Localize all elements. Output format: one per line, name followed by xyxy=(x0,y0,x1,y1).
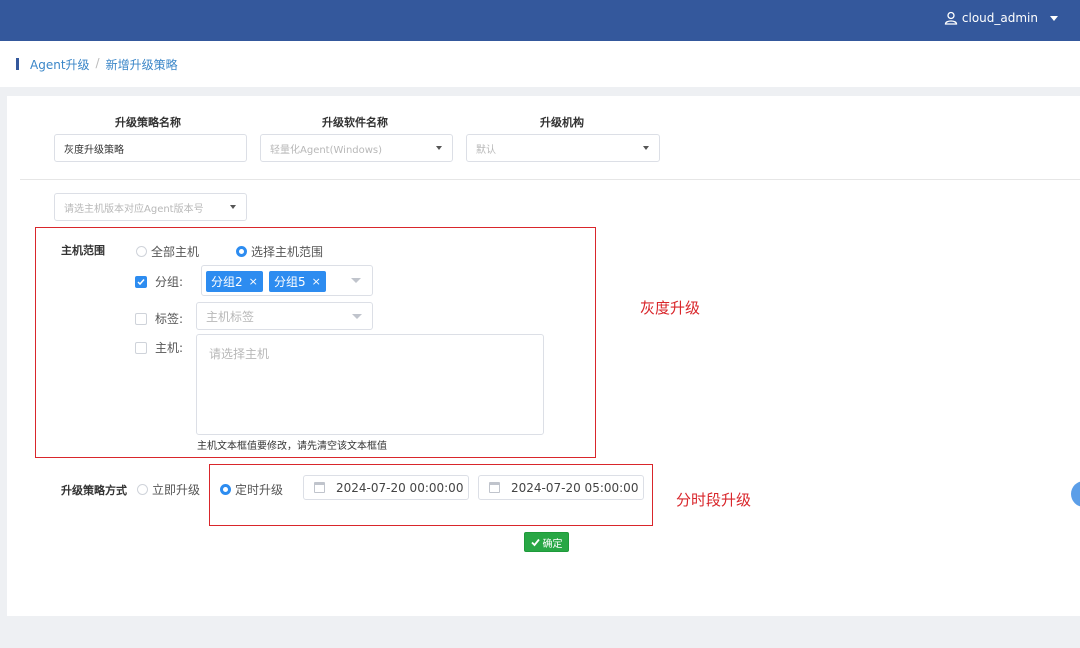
label-placeholder: 主机标签 xyxy=(206,309,255,324)
label-select[interactable]: 主机标签 xyxy=(196,302,373,330)
user-menu[interactable]: cloud_admin xyxy=(944,11,1058,25)
check-icon xyxy=(137,278,145,285)
radio-select-hosts[interactable]: 选择主机范围 xyxy=(236,243,323,260)
group-tag: 分组5 × xyxy=(269,271,326,292)
group-tag-label: 分组5 xyxy=(274,275,306,289)
radio-circle xyxy=(137,484,148,495)
radio-circle xyxy=(220,484,231,495)
breadcrumb-parent[interactable]: Agent升级 xyxy=(30,56,90,73)
check-icon xyxy=(530,538,540,546)
software-name-select[interactable]: 轻量化Agent(Windows) xyxy=(260,134,453,162)
label-checkbox[interactable]: 标签: xyxy=(135,310,183,327)
group-label: 分组: xyxy=(155,275,184,289)
end-time-value: 2024-07-20 05:00:00 xyxy=(511,480,639,495)
org-value: 默认 xyxy=(476,144,496,156)
timed-upgrade-annotation: 分时段升级 xyxy=(676,491,752,509)
start-time-value: 2024-07-20 00:00:00 xyxy=(336,480,464,495)
group-tag: 分组2 × xyxy=(206,271,263,292)
radio-immediate-label: 立即升级 xyxy=(152,483,201,497)
user-icon xyxy=(944,11,958,25)
dropdown-arrow-icon xyxy=(643,146,649,150)
host-scope-label: 主机范围 xyxy=(61,244,105,257)
group-checkbox[interactable]: 分组: xyxy=(135,273,183,290)
checkbox-unchecked xyxy=(135,312,147,325)
breadcrumb-current: 新增升级策略 xyxy=(105,58,178,72)
calendar-icon xyxy=(314,482,325,493)
divider xyxy=(20,179,1080,180)
confirm-label: 确定 xyxy=(542,538,563,550)
org-label: 升级机构 xyxy=(540,116,584,129)
username: cloud_admin xyxy=(961,11,1038,25)
radio-scheduled-label: 定时升级 xyxy=(235,483,284,497)
dropdown-arrow-icon xyxy=(351,278,361,283)
breadcrumb: Agent升级 / 新增升级策略 xyxy=(30,56,178,73)
start-time-picker[interactable]: 2024-07-20 00:00:00 xyxy=(303,475,469,500)
group-tag-label: 分组2 xyxy=(211,275,243,289)
software-name-label: 升级软件名称 xyxy=(322,116,388,129)
dropdown-arrow-icon xyxy=(230,205,236,209)
agent-version-placeholder: 请选主机版本对应Agent版本号 xyxy=(64,203,204,215)
gray-upgrade-annotation: 灰度升级 xyxy=(640,299,701,317)
strategy-name-input[interactable]: 灰度升级策略 xyxy=(54,134,247,162)
radio-circle xyxy=(136,246,147,257)
upgrade-mode-label: 升级策略方式 xyxy=(61,484,127,497)
radio-all-hosts-label: 全部主机 xyxy=(151,245,200,259)
agent-version-select[interactable]: 请选主机版本对应Agent版本号 xyxy=(54,193,247,221)
host-placeholder: 请选择主机 xyxy=(209,347,270,361)
group-multiselect[interactable]: 分组2 × 分组5 × xyxy=(201,265,373,296)
checkbox-checked xyxy=(135,275,147,288)
software-name-value: 轻量化Agent(Windows) xyxy=(270,144,383,156)
chevron-down-icon xyxy=(1050,15,1058,21)
strategy-name-value: 灰度升级策略 xyxy=(64,144,124,156)
top-navbar: cloud_admin xyxy=(0,0,1080,41)
org-select[interactable]: 默认 xyxy=(466,134,660,162)
dropdown-arrow-icon xyxy=(436,146,442,150)
label-label: 标签: xyxy=(155,312,184,326)
host-checkbox[interactable]: 主机: xyxy=(135,339,183,356)
radio-circle xyxy=(236,246,247,257)
confirm-button[interactable]: 确定 xyxy=(524,532,569,552)
dropdown-arrow-icon xyxy=(352,314,362,319)
host-hint: 主机文本框值要修改，请先清空该文本框值 xyxy=(197,441,387,452)
breadcrumb-separator: / xyxy=(95,56,100,70)
close-icon[interactable]: × xyxy=(249,275,258,288)
close-icon[interactable]: × xyxy=(312,275,321,288)
host-label: 主机: xyxy=(155,341,184,355)
radio-select-hosts-label: 选择主机范围 xyxy=(251,245,324,259)
breadcrumb-marker xyxy=(16,58,19,70)
checkbox-unchecked xyxy=(135,341,147,354)
end-time-picker[interactable]: 2024-07-20 05:00:00 xyxy=(478,475,644,500)
radio-scheduled[interactable]: 定时升级 xyxy=(220,481,283,498)
strategy-name-label: 升级策略名称 xyxy=(115,116,181,129)
host-textarea[interactable]: 请选择主机 xyxy=(196,334,544,435)
radio-all-hosts[interactable]: 全部主机 xyxy=(136,243,199,260)
calendar-icon xyxy=(489,482,500,493)
radio-immediate[interactable]: 立即升级 xyxy=(137,481,200,498)
